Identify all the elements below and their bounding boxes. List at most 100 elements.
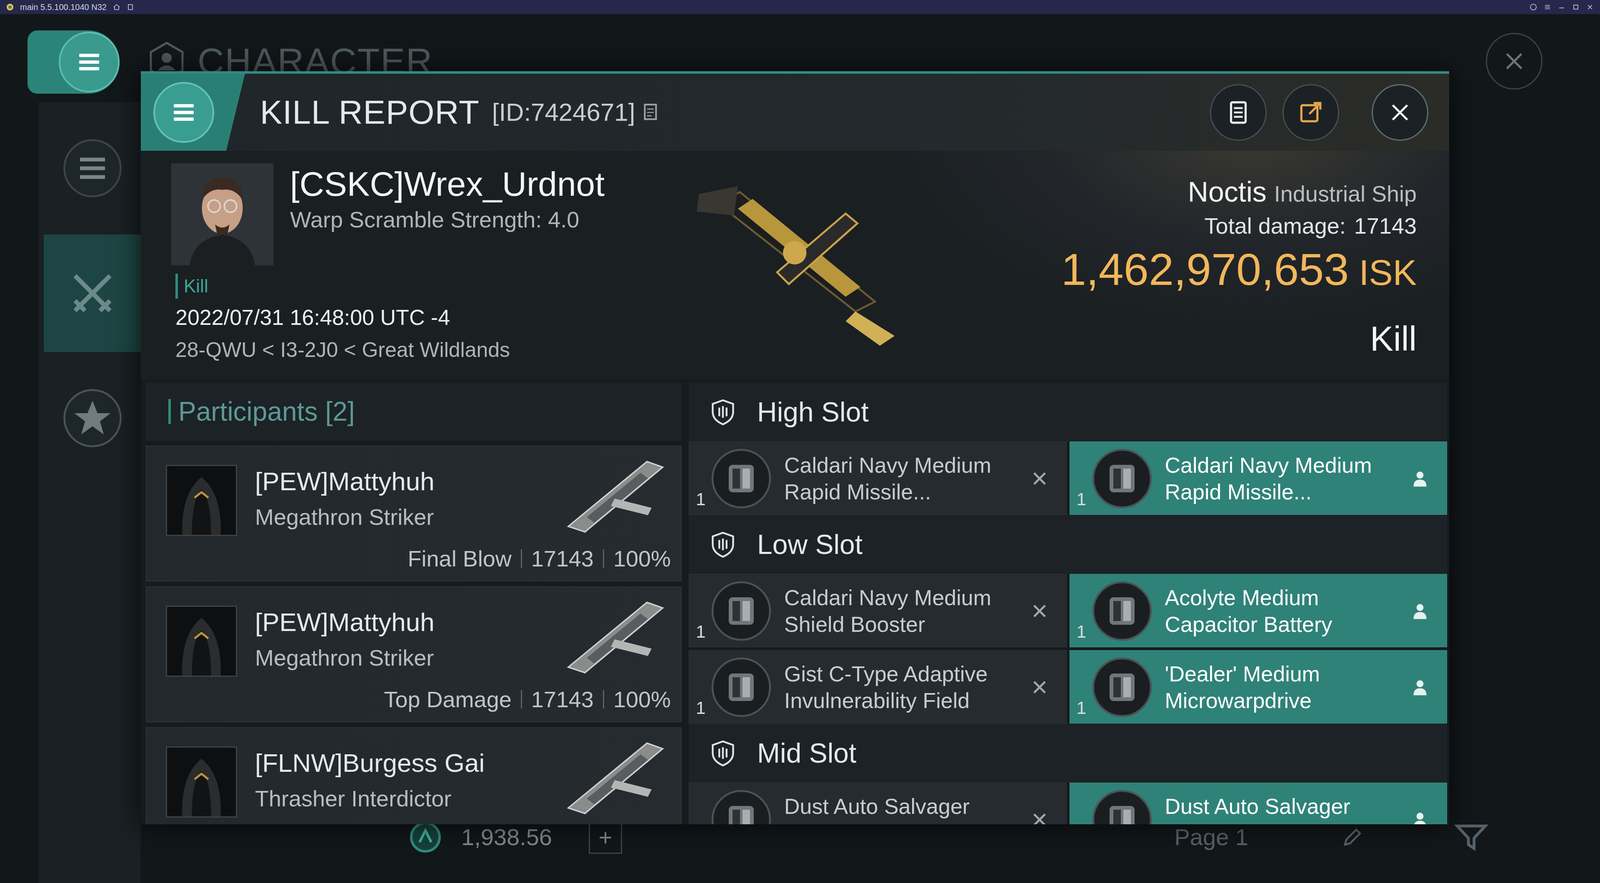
kill-location[interactable]: 28-QWU < I3-2J0 < Great Wildlands <box>175 336 680 364</box>
victim-name[interactable]: [CSKC]Wrex_Urdnot <box>290 163 605 205</box>
fitting-item[interactable]: 1 Caldari Navy Medium Rapid Missile... <box>1069 441 1448 515</box>
item-name: Caldari Navy Medium Shield Booster <box>784 584 1030 638</box>
help-icon[interactable] <box>1529 2 1538 12</box>
screen: main 5.5.100.1040 N32 CHARACTER 1,938.56… <box>0 0 1600 883</box>
close-icon[interactable] <box>1585 2 1595 12</box>
kill-tag: Kill <box>175 273 209 299</box>
hamburger-icon <box>72 45 106 79</box>
isk-value: 1,462,970,653ISK <box>1061 242 1417 300</box>
clipboard-icon <box>1223 97 1253 128</box>
destroyed-x-icon <box>1029 601 1050 622</box>
external-link-icon <box>1296 97 1326 128</box>
minimize-icon[interactable] <box>1557 2 1566 12</box>
item-name: Acolyte Medium Capacitor Battery <box>1165 584 1411 638</box>
currency-icon <box>408 820 443 855</box>
close-icon <box>1385 97 1415 128</box>
item-quantity: 1 <box>1076 489 1091 510</box>
participant-portrait <box>165 746 238 818</box>
module-icon <box>1090 447 1154 510</box>
total-damage: Total damage:17143 <box>1204 212 1417 240</box>
ship-image <box>679 163 915 353</box>
emulator-titlebar: main 5.5.100.1040 N32 <box>0 0 1600 15</box>
module-icon <box>1090 656 1154 719</box>
participant-ship-image <box>558 734 671 818</box>
slot-header: High Slot <box>688 382 1448 442</box>
menu-icon[interactable] <box>1543 2 1552 12</box>
kill-time: 2022/07/31 16:48:00 UTC -4 <box>175 304 680 331</box>
sidebar-item[interactable] <box>43 105 141 231</box>
copy-icon[interactable] <box>639 101 662 124</box>
slot-header: Mid Slot <box>688 723 1448 783</box>
dropped-person-icon <box>1410 810 1430 825</box>
module-icon <box>710 447 773 510</box>
sidebar-item[interactable] <box>43 234 141 353</box>
module-icon <box>710 580 773 643</box>
fitting-item[interactable]: 1 Gist C-Type Adaptive Invulnerability F… <box>688 650 1067 724</box>
participant-name[interactable]: [PEW]Mattyhuh <box>255 605 435 640</box>
close-button[interactable] <box>1485 32 1543 90</box>
page-label: Page 1 <box>1174 824 1249 851</box>
menu-button[interactable] <box>140 73 245 151</box>
share-button[interactable] <box>1282 84 1340 141</box>
fitting-item[interactable]: 1 Caldari Navy Medium Rapid Missile... <box>688 441 1067 515</box>
main-menu-button[interactable] <box>27 30 120 94</box>
item-name: Gist C-Type Adaptive Invulnerability Fie… <box>784 660 1030 715</box>
participant-card[interactable]: [FLNW]Burgess Gai Thrasher Interdictor <box>145 727 682 825</box>
item-quantity: 1 <box>695 489 710 510</box>
item-name: Dust Auto Salvager <box>784 793 1030 820</box>
participant-stats: Top Damage17143100% <box>384 686 671 713</box>
item-name: 'Dealer' Medium Microwarpdrive <box>1165 660 1411 715</box>
participant-ship: Megathron Striker <box>255 502 435 532</box>
home-icon[interactable] <box>112 2 121 12</box>
fitting-item[interactable]: 1 Caldari Navy Medium Shield Booster <box>688 574 1067 648</box>
item-name: Caldari Navy Medium Rapid Missile... <box>784 452 1030 506</box>
hamburger-icon <box>167 95 201 130</box>
fitting-item[interactable]: Dust Auto Salvager <box>688 782 1067 825</box>
slot-shield-icon <box>708 738 738 768</box>
participant-card[interactable]: [PEW]Mattyhuh Megathron Striker Top Dama… <box>145 586 682 723</box>
participant-card[interactable]: [PEW]Mattyhuh Megathron Striker Final Bl… <box>145 445 682 582</box>
victim-portrait[interactable] <box>171 163 274 266</box>
maximize-icon[interactable] <box>1571 2 1580 12</box>
item-quantity: 1 <box>1076 698 1091 719</box>
participant-stats: Final Blow17143100% <box>407 545 671 573</box>
crossed-swords-icon <box>61 262 124 325</box>
fitting-item[interactable]: Dust Auto Salvager <box>1069 782 1448 825</box>
report-button[interactable] <box>1210 84 1267 141</box>
slot-shield-icon <box>708 530 738 560</box>
pencil-icon[interactable] <box>1340 825 1365 850</box>
dropped-person-icon <box>1410 677 1430 698</box>
fitting-item[interactable]: 1 'Dealer' Medium Microwarpdrive <box>1069 650 1448 724</box>
dropped-person-icon <box>1410 601 1430 622</box>
destroyed-x-icon <box>1029 810 1050 825</box>
sidebar-item[interactable] <box>43 355 141 481</box>
participant-ship: Megathron Striker <box>255 643 435 673</box>
kill-report-dialog: KILL REPORT [ID:7424671] [CSKC]Wrex_Urdn… <box>140 71 1450 825</box>
dialog-title: KILL REPORT <box>260 92 480 133</box>
participant-portrait <box>165 605 238 678</box>
close-icon <box>1499 46 1529 76</box>
app-icon <box>5 2 15 12</box>
fitting-item[interactable]: 1 Acolyte Medium Capacitor Battery <box>1069 574 1448 648</box>
module-icon <box>710 788 773 825</box>
sidebar <box>0 14 141 883</box>
warp-scramble: Warp Scramble Strength: 4.0 <box>290 205 605 235</box>
item-quantity: 1 <box>1076 622 1091 643</box>
ship-class: Industrial Ship <box>1274 175 1417 213</box>
star-icon <box>61 387 124 450</box>
copy-icon[interactable] <box>126 2 135 12</box>
filter-icon[interactable] <box>1452 818 1490 857</box>
ship-name[interactable]: Noctis <box>1187 172 1267 211</box>
slot-header: Low Slot <box>688 515 1448 575</box>
participant-name[interactable]: [PEW]Mattyhuh <box>255 465 435 499</box>
add-button[interactable]: + <box>588 820 623 855</box>
destroyed-x-icon <box>1029 468 1050 489</box>
destroyed-x-icon <box>1029 677 1050 698</box>
module-icon <box>1090 788 1154 825</box>
victim-banner: [CSKC]Wrex_Urdnot Warp Scramble Strength… <box>140 150 1450 380</box>
close-button[interactable] <box>1371 84 1429 141</box>
result-label: Kill <box>1370 317 1417 360</box>
participant-name[interactable]: [FLNW]Burgess Gai <box>255 746 485 780</box>
participant-portrait <box>165 465 238 537</box>
participants-header: Participants [2] <box>145 382 682 441</box>
